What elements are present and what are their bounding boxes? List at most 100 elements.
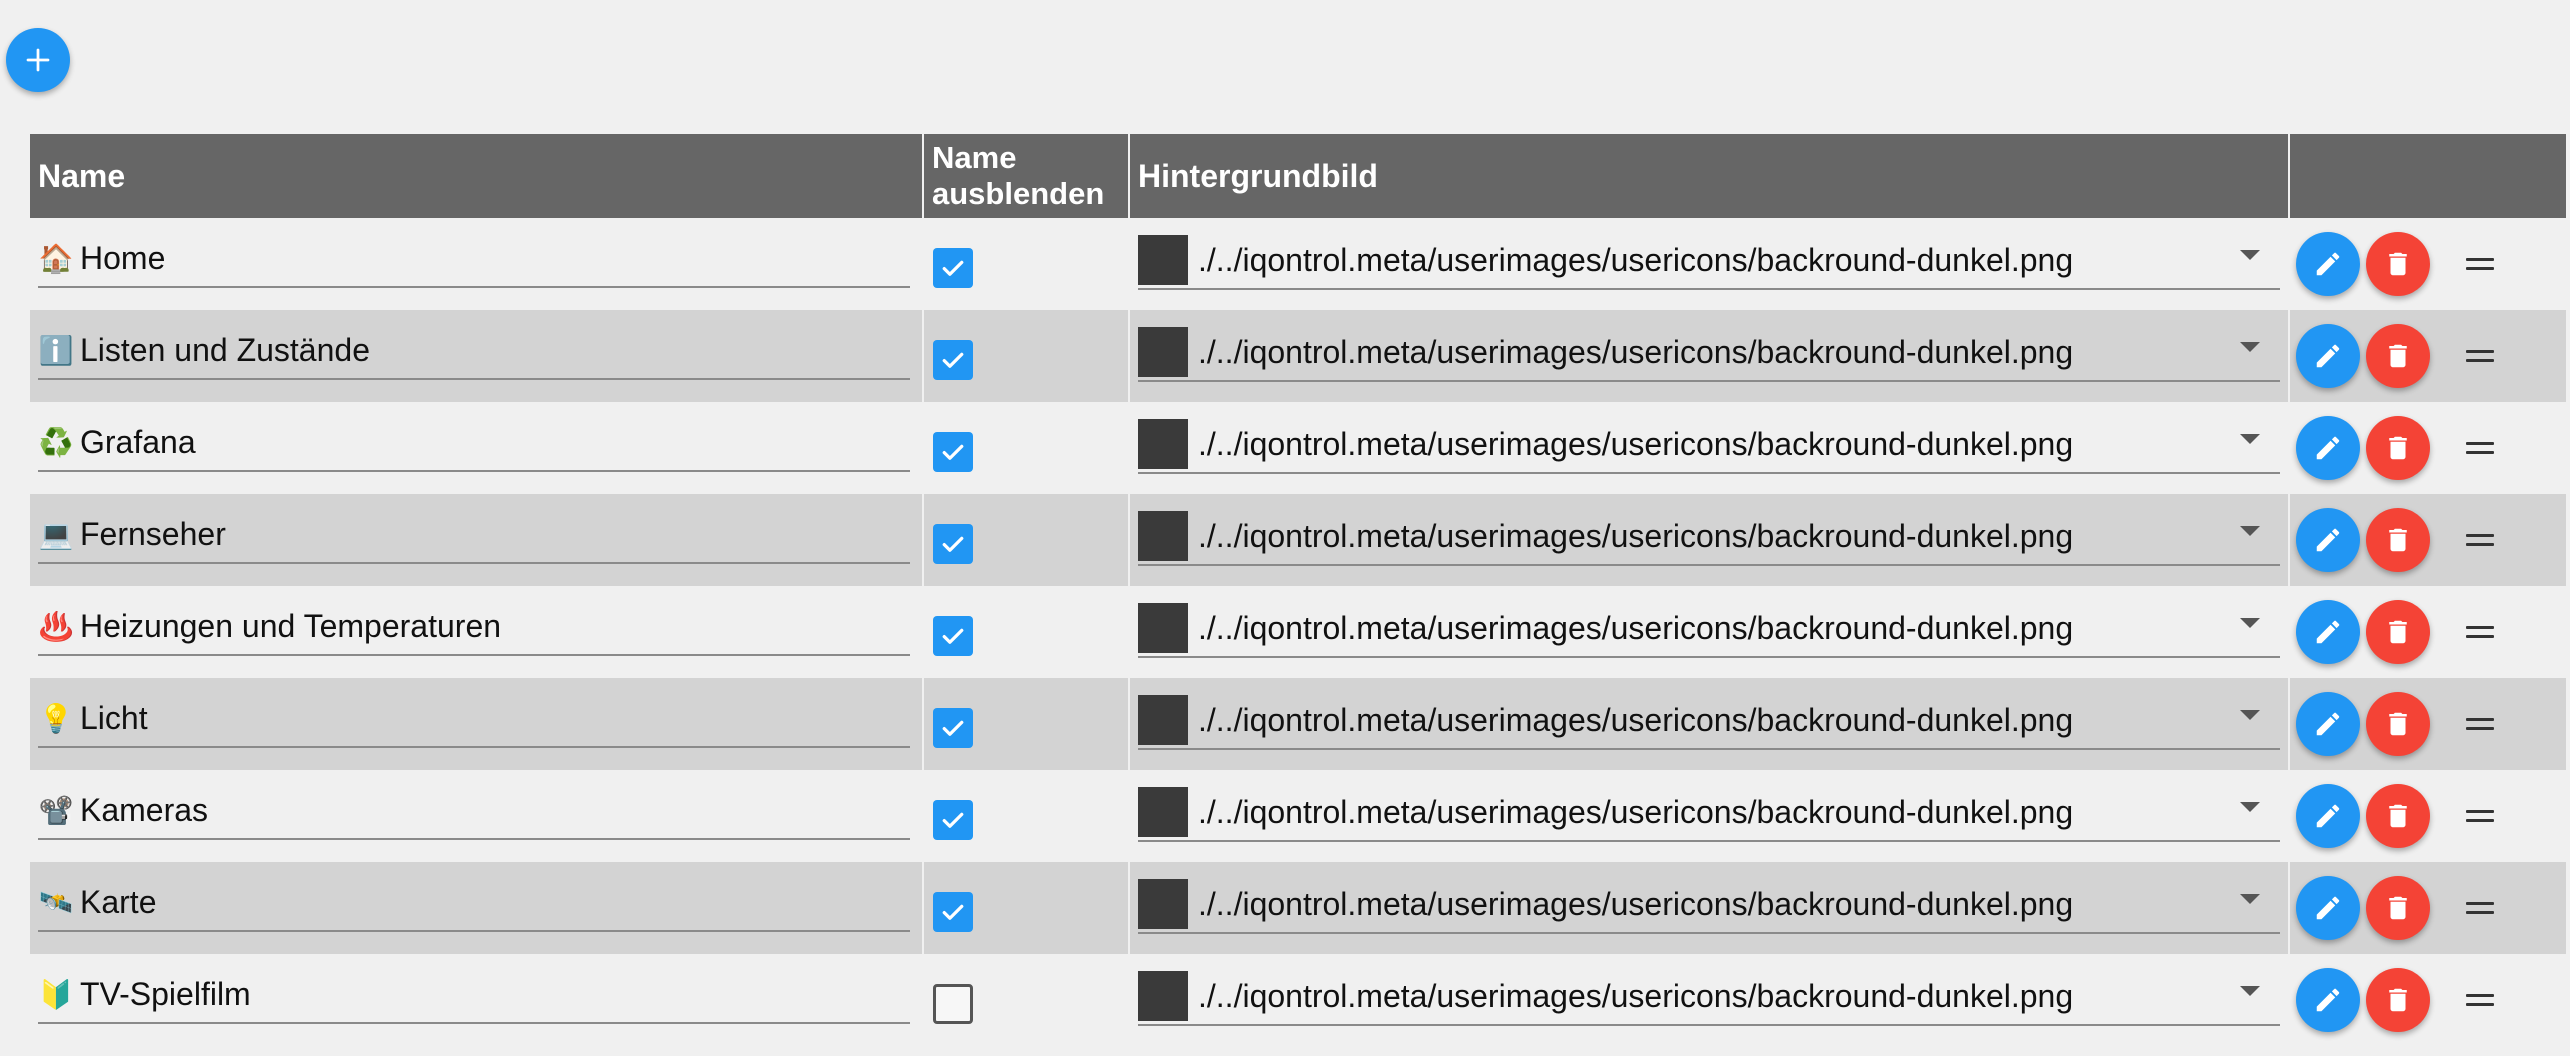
background-select[interactable]: ./../iqontrol.meta/userimages/usericons/… [1138,232,2280,290]
name-value: Licht [80,699,148,736]
name-cell: 🛰️ Karte [30,862,924,954]
actions-cell [2290,770,2566,862]
background-select[interactable]: ./../iqontrol.meta/userimages/usericons/… [1138,784,2280,842]
delete-button[interactable] [2366,600,2430,664]
hide-name-checkbox[interactable] [933,340,973,380]
background-select[interactable]: ./../iqontrol.meta/userimages/usericons/… [1138,600,2280,658]
name-value: TV-Spielfilm [80,975,251,1012]
background-cell: ./../iqontrol.meta/userimages/usericons/… [1130,586,2290,678]
drag-handle-icon[interactable] [2466,342,2494,370]
hide-name-checkbox[interactable] [933,524,973,564]
dropdown-arrow-icon [2240,986,2260,996]
check-icon [942,260,964,276]
background-select[interactable]: ./../iqontrol.meta/userimages/usericons/… [1138,508,2280,566]
trash-icon [2389,436,2407,460]
drag-handle-icon[interactable] [2466,986,2494,1014]
add-button[interactable] [6,28,70,92]
hide-name-checkbox[interactable] [933,708,973,748]
background-thumbnail [1138,971,1188,1021]
edit-button[interactable] [2296,324,2360,388]
name-cell: 💻 Fernseher [30,494,924,586]
background-thumbnail [1138,419,1188,469]
background-thumbnail [1138,327,1188,377]
delete-button[interactable] [2366,692,2430,756]
pencil-icon [2316,804,2340,828]
hide-name-cell [924,862,1130,954]
name-cell: 💡 Licht [30,678,924,770]
name-input[interactable]: 🔰 TV-Spielfilm [38,966,910,1024]
drag-handle-icon[interactable] [2466,434,2494,462]
name-input[interactable]: 💡 Licht [38,690,910,748]
name-cell: ♨️ Heizungen und Temperaturen [30,586,924,678]
delete-button[interactable] [2366,324,2430,388]
actions-cell [2290,862,2566,954]
header-background-label: Hintergrundbild [1138,157,1378,194]
hide-name-checkbox[interactable] [933,248,973,288]
view-icon: 🔰 [38,978,74,1010]
actions-cell [2290,954,2566,1046]
name-value: Listen und Zustände [80,331,370,368]
delete-button[interactable] [2366,508,2430,572]
delete-button[interactable] [2366,784,2430,848]
name-input[interactable]: ℹ️ Listen und Zustände [38,322,910,380]
hide-name-checkbox[interactable] [933,800,973,840]
dropdown-arrow-icon [2240,434,2260,444]
background-select[interactable]: ./../iqontrol.meta/userimages/usericons/… [1138,968,2280,1026]
background-cell: ./../iqontrol.meta/userimages/usericons/… [1130,310,2290,402]
view-icon: 🛰️ [38,886,74,918]
view-icon: ♻️ [38,426,74,458]
edit-button[interactable] [2296,508,2360,572]
edit-button[interactable] [2296,784,2360,848]
name-input[interactable]: 📽️ Kameras [38,782,910,840]
background-select[interactable]: ./../iqontrol.meta/userimages/usericons/… [1138,416,2280,474]
view-icon: ♨️ [38,610,74,642]
hide-name-checkbox[interactable] [933,892,973,932]
view-icon: 📽️ [38,794,74,826]
background-select[interactable]: ./../iqontrol.meta/userimages/usericons/… [1138,692,2280,750]
edit-button[interactable] [2296,876,2360,940]
drag-handle-icon[interactable] [2466,802,2494,830]
name-input[interactable]: ♨️ Heizungen und Temperaturen [38,598,910,656]
edit-button[interactable] [2296,968,2360,1032]
delete-button[interactable] [2366,232,2430,296]
trash-icon [2389,712,2407,736]
trash-icon [2389,804,2407,828]
hide-name-checkbox[interactable] [933,984,973,1024]
check-icon [942,352,964,368]
header-actions [2290,134,2566,218]
background-select[interactable]: ./../iqontrol.meta/userimages/usericons/… [1138,876,2280,934]
hide-name-checkbox[interactable] [933,616,973,656]
background-cell: ./../iqontrol.meta/userimages/usericons/… [1130,862,2290,954]
pencil-icon [2316,620,2340,644]
edit-button[interactable] [2296,600,2360,664]
name-input[interactable]: ♻️ Grafana [38,414,910,472]
name-value: Kameras [80,791,209,828]
delete-button[interactable] [2366,416,2430,480]
drag-handle-icon[interactable] [2466,526,2494,554]
drag-handle-icon[interactable] [2466,618,2494,646]
table-row: ♨️ Heizungen und Temperaturen ./../iqont… [30,586,2566,678]
hide-name-checkbox[interactable] [933,432,973,472]
edit-button[interactable] [2296,232,2360,296]
trash-icon [2389,896,2407,920]
edit-button[interactable] [2296,416,2360,480]
drag-handle-icon[interactable] [2466,710,2494,738]
name-input[interactable]: 🛰️ Karte [38,874,910,932]
drag-handle-icon[interactable] [2466,250,2494,278]
table-row: 💻 Fernseher ./../iqontrol.meta/userimage… [30,494,2566,586]
view-icon: 💡 [38,702,74,734]
delete-button[interactable] [2366,876,2430,940]
name-input[interactable]: 💻 Fernseher [38,506,910,564]
delete-button[interactable] [2366,968,2430,1032]
actions-cell [2290,218,2566,310]
table-body: 🏠 Home ./../iqontrol.meta/userimages/use… [30,218,2566,1046]
check-icon [942,628,964,644]
drag-handle-icon[interactable] [2466,894,2494,922]
actions-cell [2290,310,2566,402]
edit-button[interactable] [2296,692,2360,756]
actions-cell [2290,678,2566,770]
name-input[interactable]: 🏠 Home [38,230,910,288]
check-icon [942,904,964,920]
table-row: 🛰️ Karte ./../iqontrol.meta/userimages/u… [30,862,2566,954]
background-select[interactable]: ./../iqontrol.meta/userimages/usericons/… [1138,324,2280,382]
